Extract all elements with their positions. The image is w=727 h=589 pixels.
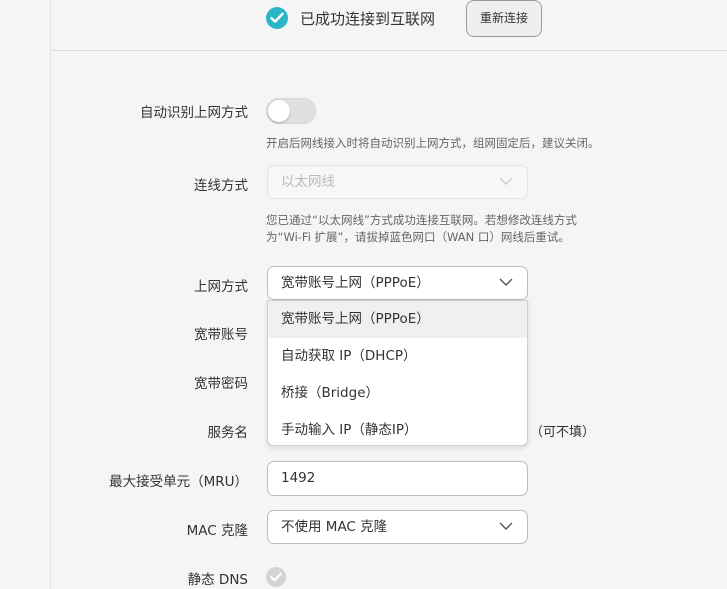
connection-type-hint-line1: 您已通过“以太网线”方式成功连接互联网。若想修改连线方式 — [266, 213, 577, 227]
chevron-down-icon — [499, 278, 513, 286]
chevron-down-icon — [499, 522, 513, 530]
reconnect-button[interactable]: 重新连接 — [466, 0, 542, 37]
dropdown-option-static-ip[interactable]: 手动输入 IP（静态IP） — [268, 412, 527, 445]
service-name-optional: （可不填） — [530, 425, 596, 440]
check-circle-icon — [266, 7, 288, 29]
mac-clone-label: MAC 克隆 — [186, 523, 248, 539]
internet-mode-dropdown: 宽带账号上网（PPPoE） 自动获取 IP（DHCP） 桥接（Bridge） 手… — [267, 300, 528, 446]
dropdown-option-dhcp[interactable]: 自动获取 IP（DHCP） — [268, 338, 527, 375]
mac-clone-select[interactable]: 不使用 MAC 克隆 — [267, 510, 528, 544]
static-dns-label: 静态 DNS — [187, 572, 248, 588]
static-dns-checkbox[interactable] — [266, 567, 286, 587]
mru-input[interactable]: 1492 — [267, 461, 528, 496]
broadband-account-label: 宽带账号 — [194, 327, 248, 343]
broadband-password-label: 宽带密码 — [194, 376, 248, 392]
mru-label: 最大接受单元（MRU） — [109, 474, 248, 490]
internet-mode-select[interactable]: 宽带账号上网（PPPoE） — [267, 266, 528, 300]
mac-clone-value: 不使用 MAC 克隆 — [281, 519, 388, 535]
internet-mode-value: 宽带账号上网（PPPoE） — [281, 275, 430, 291]
auto-detect-label: 自动识别上网方式 — [140, 105, 248, 121]
dropdown-option-pppoe[interactable]: 宽带账号上网（PPPoE） — [268, 301, 527, 338]
auto-detect-hint: 开启后网线接入时将自动识别上网方式，组网固定后，建议关闭。 — [266, 136, 600, 150]
internet-mode-label: 上网方式 — [194, 279, 248, 295]
service-name-label: 服务名 — [207, 425, 249, 441]
connection-type-hint-line2: 为“Wi-Fi 扩展”，请拔掉蓝色网口（WAN 口）网线后重试。 — [266, 230, 570, 244]
auto-detect-toggle[interactable] — [266, 98, 316, 124]
connection-type-label: 连线方式 — [194, 178, 248, 194]
connection-type-select: 以太网线 — [267, 165, 528, 199]
connection-type-value: 以太网线 — [281, 174, 335, 190]
settings-page: 已成功连接到互联网 重新连接 自动识别上网方式 开启后网线接入时将自动识别上网方… — [0, 0, 727, 589]
chevron-down-icon — [499, 177, 513, 185]
connection-status-text: 已成功连接到互联网 — [300, 10, 436, 28]
dropdown-option-bridge[interactable]: 桥接（Bridge） — [268, 375, 527, 412]
toggle-knob — [268, 100, 290, 122]
